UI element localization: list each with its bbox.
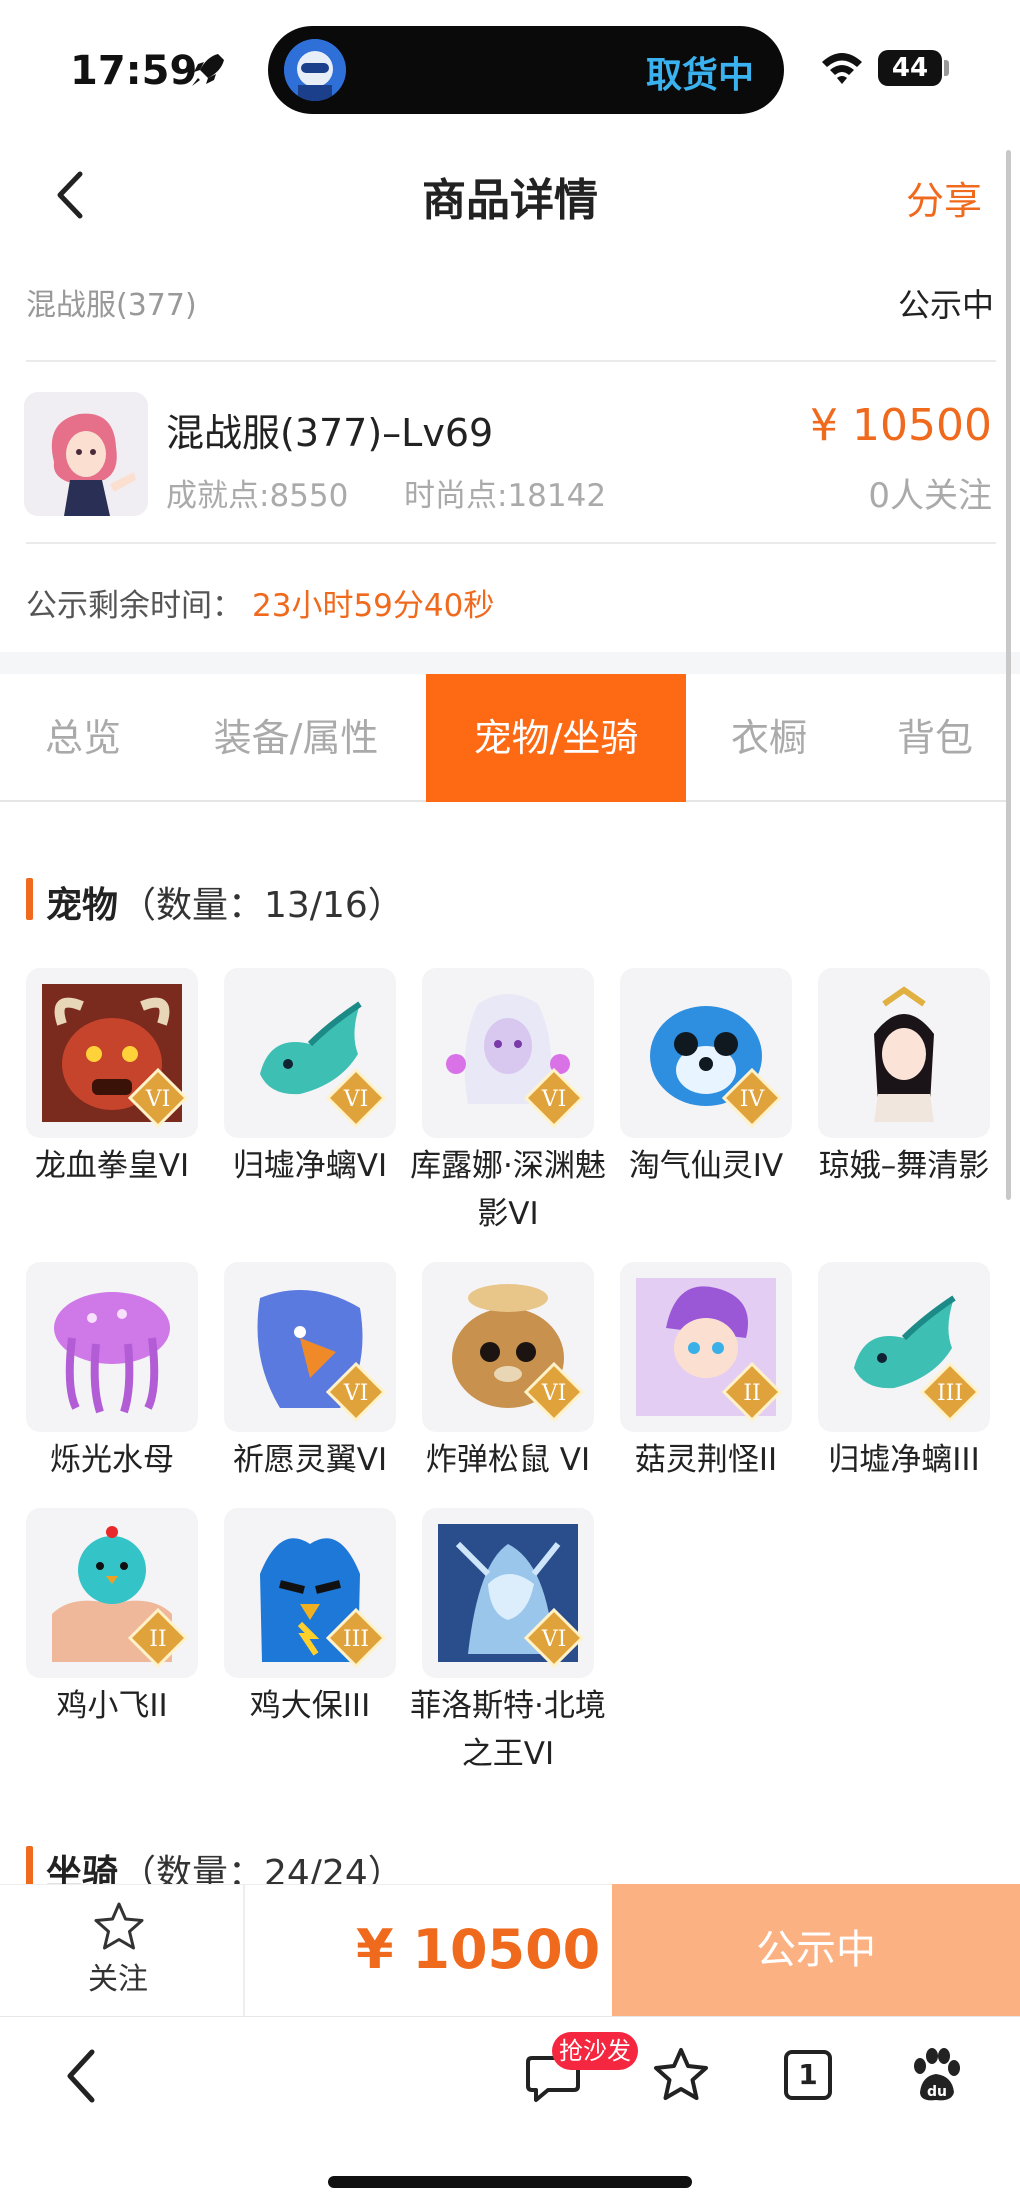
divider: [26, 360, 996, 362]
tier-label: II: [149, 1627, 166, 1652]
pet-card[interactable]: IV: [620, 968, 792, 1138]
pet-card[interactable]: III: [818, 1262, 990, 1432]
tier-label: II: [743, 1381, 760, 1406]
wifi-icon: [822, 53, 862, 84]
pet-name: 琼娥–舞清影: [818, 1148, 990, 1184]
pet-card[interactable]: [26, 1262, 198, 1432]
product-name: 混战服(377)–Lv69: [166, 411, 494, 455]
divider: [26, 542, 996, 544]
tier-badge-icon: VI: [326, 1068, 386, 1128]
home-indicator[interactable]: [328, 2176, 692, 2188]
character-avatar: [24, 392, 148, 516]
pet-card[interactable]: VI: [224, 968, 396, 1138]
tier-badge-icon: III: [326, 1608, 386, 1668]
server-label: 混战服(377): [26, 288, 197, 323]
tier-label: VI: [145, 1087, 171, 1112]
baidu-paw-icon[interactable]: du: [908, 2046, 964, 2104]
status-time: 17:59: [70, 48, 198, 94]
tab-wardrobe[interactable]: 衣橱: [686, 674, 852, 802]
battery-indicator: 44: [878, 50, 942, 86]
share-button[interactable]: 分享: [906, 170, 982, 225]
follower-count: 0人关注: [868, 476, 992, 516]
tier-label: III: [343, 1627, 369, 1652]
dynamic-island[interactable]: 取货中: [268, 26, 784, 114]
pet-card[interactable]: VI: [224, 1262, 396, 1432]
pet-image: [42, 1278, 182, 1416]
pets-section-title: 宠物: [46, 885, 119, 926]
tier-label: VI: [343, 1381, 369, 1406]
tier-label: VI: [541, 1381, 567, 1406]
divider: [243, 1884, 245, 2016]
follow-button[interactable]: 关注: [88, 1954, 148, 1998]
tab-count-button[interactable]: 1: [784, 2050, 832, 2100]
tab-equipment[interactable]: 装备/属性: [166, 674, 426, 802]
pet-card[interactable]: VI: [422, 1262, 594, 1432]
pet-card[interactable]: II: [26, 1508, 198, 1678]
tier-badge-icon: II: [128, 1608, 188, 1668]
public-status-button[interactable]: 公示中: [612, 1884, 1020, 2016]
tier-badge-icon: IV: [722, 1068, 782, 1128]
pets-section-count: （数量：13/16）: [120, 885, 404, 926]
courier-avatar-icon: [284, 39, 346, 101]
browser-back-icon[interactable]: [62, 2048, 98, 2104]
achievement-points: 成就点:8550: [166, 478, 349, 514]
tier-badge-icon: VI: [524, 1608, 584, 1668]
pet-card[interactable]: [818, 968, 990, 1138]
pet-image: [834, 984, 974, 1122]
scrollbar[interactable]: [1006, 150, 1011, 1200]
pet-name: 鸡大保III: [249, 1688, 371, 1724]
tab-backpack[interactable]: 背包: [852, 674, 1018, 802]
public-status: 公示中: [898, 286, 995, 324]
favorite-icon[interactable]: [652, 2046, 710, 2104]
tier-label: III: [937, 1381, 963, 1406]
tab-overview[interactable]: 总览: [0, 674, 166, 802]
pet-name: 库露娜·深渊魅影VI: [410, 1148, 606, 1232]
tier-label: VI: [343, 1087, 369, 1112]
pet-name: 炸弹松鼠 VI: [425, 1442, 591, 1478]
tier-badge-icon: VI: [524, 1362, 584, 1422]
rocket-icon: [192, 54, 224, 86]
comment-badge: 抢沙发: [552, 2032, 638, 2070]
pet-name: 鸡小飞II: [56, 1688, 168, 1724]
pet-name: 祈愿灵翼VI: [232, 1442, 388, 1478]
battery-tip: [944, 60, 949, 76]
tab-bar: 总览 装备/属性 宠物/坐骑 衣橱 背包: [0, 674, 1010, 802]
tier-label: VI: [541, 1627, 567, 1652]
countdown-value: 23小时59分40秒: [252, 588, 495, 624]
pet-name: 龙血拳皇VI: [34, 1148, 190, 1184]
pet-name: 菇灵荆怪II: [634, 1442, 778, 1478]
pet-name: 归墟净螭III: [828, 1442, 980, 1478]
pet-name: 菲洛斯特·北境之王VI: [410, 1688, 606, 1772]
tier-badge-icon: VI: [128, 1068, 188, 1128]
star-icon[interactable]: [92, 1900, 146, 1954]
tier-badge-icon: II: [722, 1362, 782, 1422]
pet-name: 淘气仙灵IV: [628, 1148, 784, 1184]
tier-badge-icon: VI: [524, 1068, 584, 1128]
fashion-points: 时尚点:18142: [404, 478, 607, 514]
pet-card[interactable]: VI: [26, 968, 198, 1138]
tab-pets-mounts[interactable]: 宠物/坐骑: [426, 674, 686, 802]
bottom-price: ¥ 10500: [356, 1918, 601, 1981]
pet-card[interactable]: III: [224, 1508, 396, 1678]
section-separator: [0, 652, 1020, 674]
tier-label: IV: [740, 1087, 766, 1112]
pet-card[interactable]: II: [620, 1262, 792, 1432]
page-title: 商品详情: [422, 175, 598, 226]
product-price: ¥ 10500: [810, 400, 992, 451]
island-activity-label: 取货中: [645, 55, 754, 96]
section-accent-bar: [26, 878, 33, 920]
pet-card[interactable]: VI: [422, 968, 594, 1138]
pet-name: 归墟净螭VI: [232, 1148, 388, 1184]
svg-text:du: du: [927, 2084, 947, 2100]
tier-label: VI: [541, 1087, 567, 1112]
pet-card[interactable]: VI: [422, 1508, 594, 1678]
tier-badge-icon: VI: [326, 1362, 386, 1422]
pet-name: 烁光水母: [50, 1442, 174, 1478]
countdown-label: 公示剩余时间：: [26, 588, 243, 624]
section-accent-bar: [26, 1846, 33, 1888]
tier-badge-icon: III: [920, 1362, 980, 1422]
